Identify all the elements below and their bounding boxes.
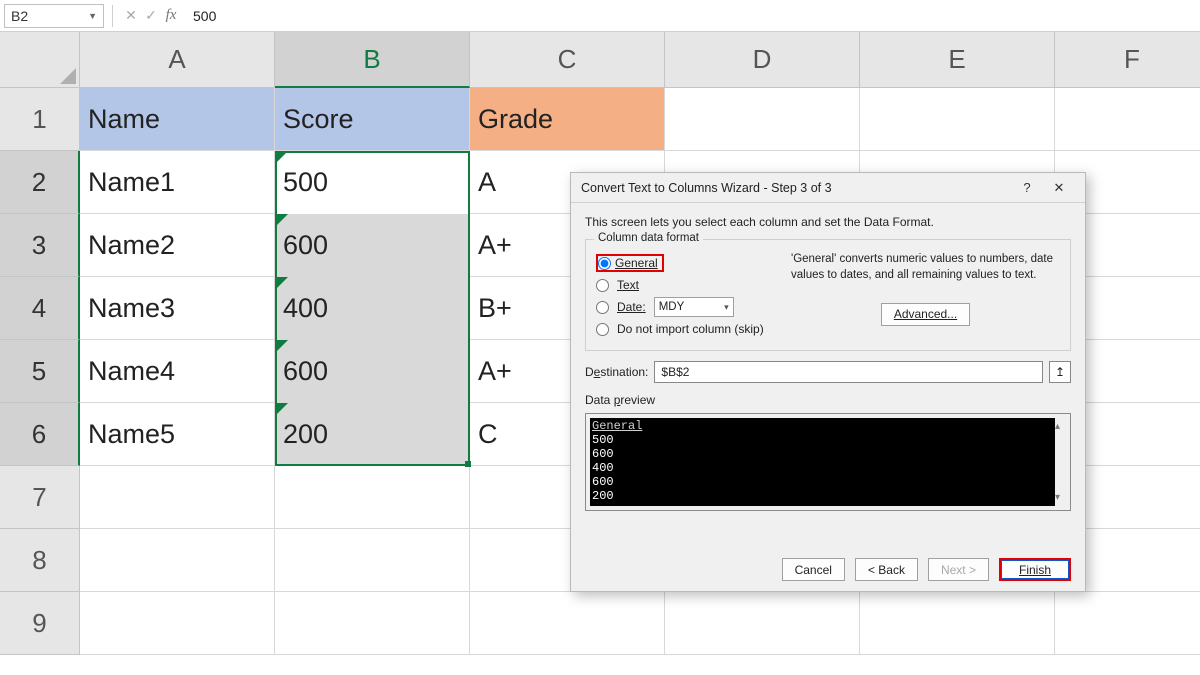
date-format-select[interactable]: MDY ▾ — [654, 297, 734, 317]
close-button[interactable]: ✕ — [1043, 180, 1075, 196]
cell-A6[interactable]: Name5 — [80, 403, 275, 466]
preview-col-header: General — [592, 419, 1053, 433]
cell-A1[interactable]: Name — [80, 88, 275, 151]
preview-scrollbar[interactable]: ▴ ▾ — [1049, 418, 1066, 506]
preview-row: 200 — [592, 489, 1053, 503]
row-header-3[interactable]: 3 — [0, 214, 80, 277]
accept-formula-icon[interactable]: ✓ — [141, 7, 161, 24]
preview-row: 600 — [592, 475, 1053, 489]
preview-label: Data preview — [585, 393, 1071, 407]
cell-A5[interactable]: Name4 — [80, 340, 275, 403]
col-header-D[interactable]: D — [665, 32, 860, 88]
dialog-titlebar[interactable]: Convert Text to Columns Wizard - Step 3 … — [571, 173, 1085, 203]
cell-D9[interactable] — [665, 592, 860, 655]
row-header-6[interactable]: 6 — [0, 403, 80, 466]
col-header-E[interactable]: E — [860, 32, 1055, 88]
finish-button[interactable]: Finish — [999, 558, 1071, 581]
cell-B7[interactable] — [275, 466, 470, 529]
row-header-5[interactable]: 5 — [0, 340, 80, 403]
column-data-format-group: Column data format General Text Date: — [585, 239, 1071, 351]
radio-date-label: Date: — [617, 300, 646, 314]
cell-E1[interactable] — [860, 88, 1055, 151]
row-headers: 1 2 3 4 5 6 7 8 9 — [0, 88, 80, 655]
column-headers: A B C D E F — [80, 32, 1200, 88]
radio-skip-label: Do not import column (skip) — [617, 322, 764, 336]
cell-B6[interactable]: 200 — [275, 403, 470, 466]
cell-F9[interactable] — [1055, 592, 1200, 655]
col-header-B[interactable]: B — [275, 32, 470, 88]
cell-B2[interactable]: 500 — [275, 151, 470, 214]
row-header-7[interactable]: 7 — [0, 466, 80, 529]
destination-row: Destination: $B$2 ↥ — [585, 361, 1071, 383]
cell-A4[interactable]: Name3 — [80, 277, 275, 340]
radio-text[interactable] — [596, 279, 609, 292]
chevron-down-icon[interactable]: ▼ — [88, 11, 97, 21]
cell-B4[interactable]: 400 — [275, 277, 470, 340]
separator — [112, 5, 113, 27]
advanced-button[interactable]: Advanced... — [881, 303, 970, 326]
cancel-button[interactable]: Cancel — [782, 558, 845, 581]
cell-B9[interactable] — [275, 592, 470, 655]
cancel-formula-icon[interactable]: ✕ — [121, 7, 141, 24]
select-all-corner[interactable] — [0, 32, 80, 88]
radio-general-label: General — [615, 256, 658, 270]
row-header-9[interactable]: 9 — [0, 592, 80, 655]
scroll-down-icon[interactable]: ▾ — [1049, 489, 1066, 506]
text-to-columns-dialog: Convert Text to Columns Wizard - Step 3 … — [570, 172, 1086, 592]
name-box[interactable]: B2 ▼ — [4, 4, 104, 28]
dialog-title: Convert Text to Columns Wizard - Step 3 … — [581, 181, 1011, 195]
dialog-description: This screen lets you select each column … — [585, 215, 1071, 229]
range-picker-button[interactable]: ↥ — [1049, 361, 1071, 383]
general-hint: 'General' converts numeric values to num… — [791, 252, 1060, 283]
name-box-value: B2 — [11, 8, 28, 24]
cell-A2[interactable]: Name1 — [80, 151, 275, 214]
preview-row: 400 — [592, 461, 1053, 475]
formula-bar: B2 ▼ ✕ ✓ fx 500 — [0, 0, 1200, 32]
radio-general[interactable] — [598, 257, 611, 270]
radio-text-label: Text — [617, 278, 639, 292]
cell-A8[interactable] — [80, 529, 275, 592]
cell-D1[interactable] — [665, 88, 860, 151]
back-button[interactable]: < Back — [855, 558, 918, 581]
preview-row: 600 — [592, 447, 1053, 461]
cell-E9[interactable] — [860, 592, 1055, 655]
date-format-value: MDY — [659, 301, 685, 313]
radio-skip[interactable] — [596, 323, 609, 336]
format-hint-panel: 'General' converts numeric values to num… — [781, 252, 1060, 340]
cell-A9[interactable] — [80, 592, 275, 655]
dialog-body: This screen lets you select each column … — [571, 203, 1085, 519]
chevron-down-icon: ▾ — [724, 302, 729, 313]
cell-B8[interactable] — [275, 529, 470, 592]
preview-table[interactable]: General 500 600 400 600 200 — [590, 418, 1055, 506]
next-button: Next > — [928, 558, 989, 581]
destination-input[interactable]: $B$2 — [654, 361, 1043, 383]
cell-C1[interactable]: Grade — [470, 88, 665, 151]
row-header-2[interactable]: 2 — [0, 151, 80, 214]
col-header-F[interactable]: F — [1055, 32, 1200, 88]
cell-C9[interactable] — [470, 592, 665, 655]
cell-B3[interactable]: 600 — [275, 214, 470, 277]
cell-A3[interactable]: Name2 — [80, 214, 275, 277]
row-header-8[interactable]: 8 — [0, 529, 80, 592]
group-legend: Column data format — [594, 232, 703, 244]
preview-row: 500 — [592, 433, 1053, 447]
col-header-C[interactable]: C — [470, 32, 665, 88]
destination-label: Destination: — [585, 365, 648, 379]
dialog-footer: Cancel < Back Next > Finish — [782, 558, 1071, 581]
cell-F1[interactable] — [1055, 88, 1200, 151]
scroll-up-icon[interactable]: ▴ — [1049, 418, 1066, 435]
row-header-1[interactable]: 1 — [0, 88, 80, 151]
cell-B1[interactable]: Score — [275, 88, 470, 151]
cell-A7[interactable] — [80, 466, 275, 529]
data-preview: General 500 600 400 600 200 ▴ ▾ — [585, 413, 1071, 511]
help-button[interactable]: ? — [1011, 180, 1043, 195]
cell-B5[interactable]: 600 — [275, 340, 470, 403]
fx-icon[interactable]: fx — [161, 7, 181, 24]
col-header-A[interactable]: A — [80, 32, 275, 88]
highlight-general: General — [596, 254, 664, 272]
row-header-4[interactable]: 4 — [0, 277, 80, 340]
radio-date[interactable] — [596, 301, 609, 314]
formula-input[interactable]: 500 — [181, 8, 1200, 24]
